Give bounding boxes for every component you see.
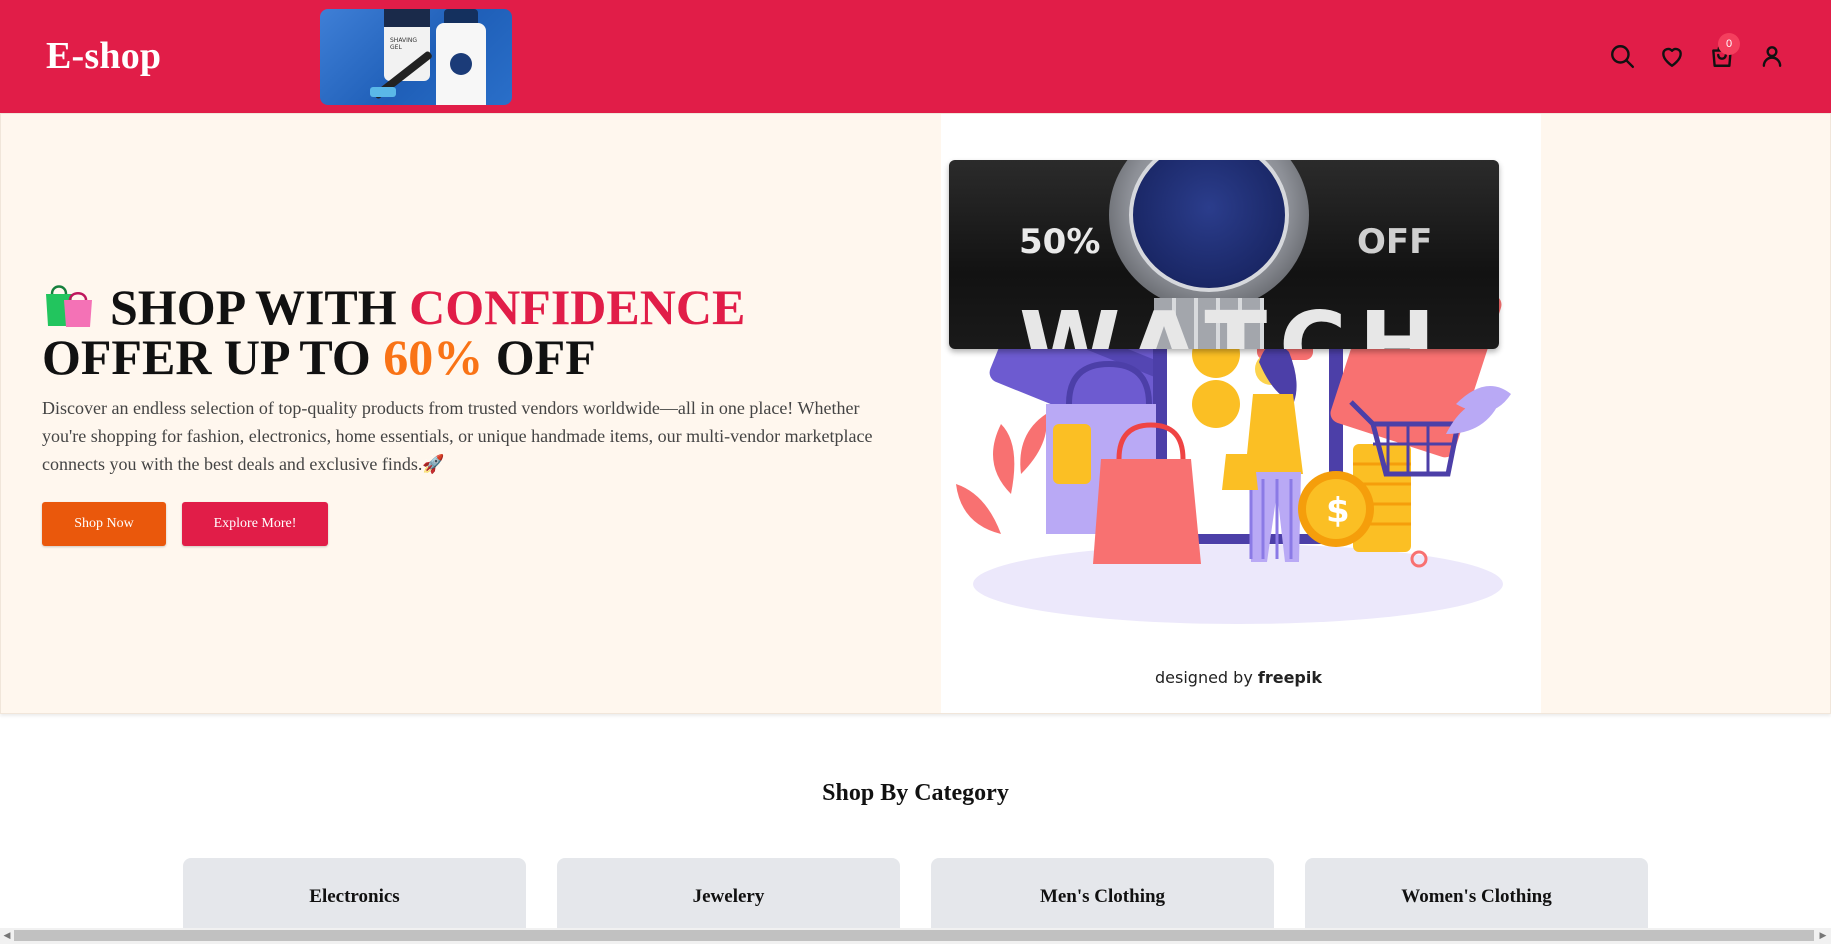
bottle-label: SHAVING GEL bbox=[390, 37, 418, 51]
hero-section: SHOP WITH CONFIDENCE OFFER UP TO 60% OFF… bbox=[0, 113, 1831, 714]
search-icon[interactable] bbox=[1609, 43, 1635, 69]
site-header: E-shop SHAVING GEL 0 bbox=[0, 0, 1831, 113]
shop-now-button[interactable]: Shop Now bbox=[42, 502, 166, 546]
svg-text:$: $ bbox=[1326, 491, 1350, 531]
title-line-2: OFFER UP TO 60% OFF bbox=[42, 329, 596, 385]
scroll-left-icon[interactable]: ◀ bbox=[1, 930, 13, 942]
explore-more-button[interactable]: Explore More! bbox=[182, 502, 328, 546]
header-product-image[interactable]: SHAVING GEL bbox=[320, 9, 512, 105]
watch-sale-banner[interactable]: 50% OFF WATCH bbox=[949, 160, 1499, 349]
title-prefix: SHOP WITH bbox=[110, 279, 410, 335]
banner-discount: 50% bbox=[1019, 222, 1101, 262]
hero-illustration: 50% OFF WATCH $ designed by freepik bbox=[941, 114, 1541, 713]
category-section-title: Shop By Category bbox=[822, 780, 1009, 806]
horizontal-scrollbar[interactable]: ◀ ▶ bbox=[0, 928, 1831, 944]
site-logo[interactable]: E-shop bbox=[46, 34, 161, 78]
banner-off: OFF bbox=[1357, 222, 1433, 262]
hero-description: Discover an endless selection of top-qua… bbox=[42, 398, 873, 474]
discount-percent: 60% bbox=[383, 329, 484, 385]
scroll-right-icon[interactable]: ▶ bbox=[1817, 930, 1829, 942]
hero-title: SHOP WITH CONFIDENCE OFFER UP TO 60% OFF bbox=[42, 278, 745, 382]
shopping-illustration: $ bbox=[956, 294, 1511, 624]
scrollbar-thumb[interactable] bbox=[14, 930, 1814, 941]
heart-icon[interactable] bbox=[1659, 43, 1685, 69]
user-icon[interactable] bbox=[1759, 43, 1785, 69]
cart-count-badge: 0 bbox=[1718, 33, 1740, 55]
banner-word: WATCH bbox=[1019, 292, 1448, 349]
title-accent: CONFIDENCE bbox=[409, 279, 746, 335]
shopping-bags-icon bbox=[42, 278, 98, 328]
